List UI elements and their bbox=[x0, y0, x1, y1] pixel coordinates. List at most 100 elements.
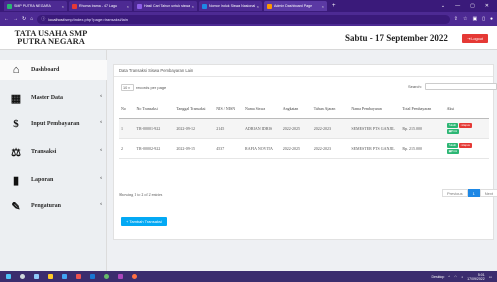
address-bar[interactable]: ⓘ localhost /smp/index.php?page=transaks… bbox=[37, 14, 450, 24]
sidebar-item-input-pembayaran[interactable]: $ Input Pembayaran ‹ bbox=[0, 114, 107, 134]
xampp-icon[interactable] bbox=[132, 274, 137, 279]
close-tab-icon[interactable]: × bbox=[322, 4, 324, 9]
column-header[interactable]: No Transaksi bbox=[134, 99, 175, 119]
delete-button[interactable]: ▪ Hapus bbox=[458, 122, 472, 128]
edit-button[interactable]: ✎ Edit bbox=[446, 122, 458, 128]
chevron-left-icon: ‹ bbox=[100, 93, 102, 99]
search-input[interactable] bbox=[424, 83, 497, 90]
home-icon[interactable]: ⌂ bbox=[30, 16, 33, 22]
app-header: TATA USAHA SMP PUTRA NEGARA Sabtu - 17 S… bbox=[0, 26, 497, 50]
profile-avatar-icon[interactable]: ● bbox=[490, 16, 493, 22]
table-header-row: No No Transaksi Tanggal Transaksi NIS / NIS… bbox=[119, 99, 489, 119]
volume-icon[interactable]: ◖ bbox=[461, 275, 463, 279]
sidebar-item-label: Transaksi bbox=[31, 149, 57, 155]
editor-icon[interactable] bbox=[90, 274, 95, 279]
logout-button[interactable]: ⇥ Logout bbox=[462, 34, 488, 43]
close-tab-icon[interactable]: × bbox=[192, 4, 194, 9]
notification-icon[interactable]: ▭ bbox=[489, 275, 492, 279]
sidebar-item-transaksi[interactable]: ⚖ Transaksi ‹ bbox=[0, 142, 107, 162]
main-content: Data Transaksi Siswa Pembayaran Lain 10 … bbox=[107, 50, 497, 271]
table-cell: 2 bbox=[119, 138, 135, 159]
column-header[interactable]: No bbox=[119, 99, 135, 119]
row-actions: ✎ Edit ▪ Hapus ▣ Print bbox=[446, 142, 481, 154]
sidebar-item-dashboard[interactable]: ⌂ Dashboard bbox=[0, 60, 107, 80]
records-per-page-select[interactable]: 10 ▾ bbox=[121, 84, 134, 91]
favicon-icon bbox=[202, 3, 207, 9]
browser-tabs: SMP PUTRA NEGARA × Rhoma Irama - 47 Lagu × H… bbox=[4, 1, 327, 11]
close-tab-icon[interactable]: × bbox=[257, 4, 259, 9]
start-icon[interactable] bbox=[6, 274, 11, 279]
window-controls: ⌄ — ▢ ✕ bbox=[441, 3, 497, 9]
back-icon[interactable]: ← bbox=[4, 16, 9, 22]
table-cell: TR-00001-922 bbox=[134, 118, 175, 139]
maximize-button[interactable]: ▢ bbox=[470, 3, 475, 9]
column-header[interactable]: NIS / NISN bbox=[214, 99, 244, 119]
tab-search-button[interactable]: ⌄ bbox=[441, 3, 445, 9]
close-window-button[interactable]: ✕ bbox=[485, 3, 489, 9]
edit-button[interactable]: ✎ Edit bbox=[446, 142, 458, 148]
sidebar-item-laporan[interactable]: ▮ Laporan ‹ bbox=[0, 170, 107, 190]
delete-label: Hapus bbox=[461, 143, 470, 147]
toolbar-icons: ⇪ ☆ ▣ ▯ ● bbox=[454, 16, 493, 22]
browser-tab[interactable]: Hasil Cari Tahun untuk siswa × bbox=[134, 1, 197, 11]
browser-tab[interactable]: Rhoma Irama - 47 Lagu × bbox=[69, 1, 132, 11]
chevron-up-icon[interactable]: ^ bbox=[448, 275, 450, 279]
table-row: 1 TR-00001-922 2022-09-12 2145 ADRIAN IDRIS 2… bbox=[119, 118, 489, 139]
browser-tab[interactable]: Admin Dashboard Page × bbox=[264, 1, 327, 11]
column-header[interactable]: Nama Siswa bbox=[243, 99, 281, 119]
column-header[interactable]: Aksi bbox=[444, 99, 489, 119]
print-button[interactable]: ▣ Print bbox=[446, 128, 460, 134]
minimize-button[interactable]: — bbox=[455, 3, 460, 9]
print-label: Print bbox=[451, 149, 458, 153]
column-header[interactable]: Nama Pembayaran bbox=[349, 99, 401, 119]
delete-button[interactable]: ▪ Hapus bbox=[458, 142, 472, 148]
print-button[interactable]: ▣ Print bbox=[446, 148, 460, 154]
column-header[interactable]: Tanggal Transaksi bbox=[174, 99, 215, 119]
length-suffix: records per page bbox=[136, 85, 167, 90]
browser-tab-strip: SMP PUTRA NEGARA × Rhoma Irama - 47 Lagu × H… bbox=[0, 0, 497, 12]
network-icon[interactable]: ◠ bbox=[454, 275, 457, 279]
reload-icon[interactable]: ↻ bbox=[22, 16, 26, 22]
column-header[interactable]: Tahun Ajaran bbox=[311, 99, 350, 119]
card-title: Data Transaksi Siswa Pembayaran Lain bbox=[114, 65, 493, 77]
sidebar-item-pengaturan[interactable]: ✎ Pengaturan ‹ bbox=[0, 196, 107, 216]
share-icon[interactable]: ⇪ bbox=[454, 16, 458, 22]
add-transaction-button[interactable]: + Tambah Transaksi bbox=[121, 217, 167, 226]
browser-tab[interactable]: Nomor Induk Siswa Nasional × bbox=[199, 1, 262, 11]
chrome-icon[interactable] bbox=[104, 274, 109, 279]
close-tab-icon[interactable]: × bbox=[127, 4, 129, 9]
page-1-button[interactable]: 1 bbox=[467, 189, 480, 197]
sidebar-icon[interactable]: ▯ bbox=[482, 16, 485, 22]
browser-tab[interactable]: SMP PUTRA NEGARA × bbox=[4, 1, 67, 11]
media-icon[interactable] bbox=[118, 274, 123, 279]
column-header[interactable]: Angkatan bbox=[280, 99, 312, 119]
table-cell: 1 bbox=[119, 118, 135, 139]
search-icon[interactable] bbox=[20, 274, 25, 279]
new-tab-button[interactable]: + bbox=[329, 3, 339, 9]
browser-tab-label: Rhoma Irama - 47 Lagu bbox=[79, 4, 117, 8]
task-view-icon[interactable] bbox=[34, 274, 39, 279]
next-page-button[interactable]: Next bbox=[479, 189, 497, 197]
forward-icon[interactable]: → bbox=[13, 16, 18, 22]
app-icon[interactable] bbox=[76, 274, 81, 279]
file-explorer-icon[interactable] bbox=[48, 274, 53, 279]
close-tab-icon[interactable]: × bbox=[62, 4, 64, 9]
extensions-icon[interactable]: ▣ bbox=[472, 16, 477, 22]
previous-page-button[interactable]: Previous bbox=[442, 189, 468, 197]
bookmark-star-icon[interactable]: ☆ bbox=[463, 16, 467, 22]
table-cell: SEMESTER PTS GANJIL bbox=[349, 118, 401, 139]
table-cell: Rp. 215.000 bbox=[400, 138, 445, 159]
edit-label: Edit bbox=[450, 143, 456, 147]
column-header[interactable]: Total Pembayaran bbox=[400, 99, 445, 119]
store-icon[interactable] bbox=[62, 274, 67, 279]
sidebar-item-master-data[interactable]: ▦ Master Data ‹ bbox=[0, 88, 107, 108]
current-date: Sabtu - 17 September 2022 bbox=[345, 33, 448, 43]
app-brand[interactable]: TATA USAHA SMP PUTRA NEGARA bbox=[10, 29, 92, 46]
clock[interactable]: 5:01 17/09/2022 bbox=[467, 273, 485, 281]
records-per-page: 10 ▾ records per page bbox=[119, 84, 166, 91]
balance-scale-icon: ⚖ bbox=[11, 146, 21, 159]
site-info-icon[interactable]: ⓘ bbox=[41, 16, 45, 22]
table-cell: 2022-2023 bbox=[311, 118, 350, 139]
transactions-table: No No Transaksi Tanggal Transaksi NIS / NIS… bbox=[119, 99, 489, 159]
tray-text[interactable]: Desktop bbox=[431, 275, 444, 279]
